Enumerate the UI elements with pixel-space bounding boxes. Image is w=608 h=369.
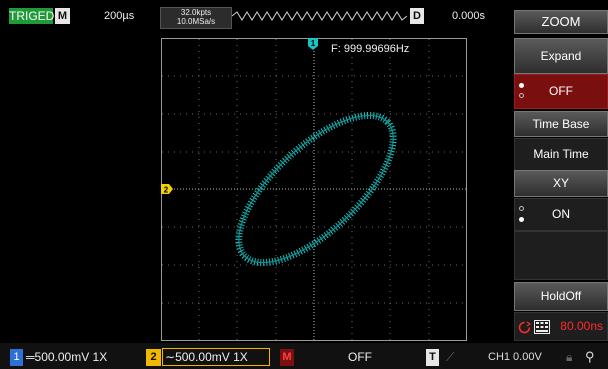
keypad-icon — [534, 320, 550, 334]
acquire-mode-badge[interactable]: M — [55, 8, 70, 24]
trigger-status-badge: TRIGED — [9, 8, 55, 24]
memory-depth-box: 32.0kpts 10.0MSa/s — [160, 7, 232, 29]
radio-selected-icon — [519, 83, 524, 88]
softkey-menu: ZOOM Expand Windows OFF Time Base Main T… — [514, 10, 608, 341]
radio-selected-icon — [519, 217, 524, 222]
holdoff-button[interactable]: HoldOff — [514, 282, 608, 311]
frequency-readout: F: 999.99696Hz — [331, 43, 409, 55]
expand-state-text: OFF — [549, 84, 573, 98]
xy-on-option[interactable]: ON — [514, 198, 608, 231]
radio-unselected-icon — [519, 206, 524, 211]
svg-text:2: 2 — [164, 186, 169, 195]
menu-title-zoom: ZOOM — [514, 10, 608, 34]
trigger-badge[interactable]: T — [426, 349, 439, 366]
holdoff-value-field[interactable]: 80.00ns — [514, 312, 608, 341]
ch1-badge[interactable]: 1 — [10, 349, 23, 366]
svg-text:1: 1 — [311, 39, 316, 48]
bottom-channel-bar: 1 ═500.00mV 1X 2 ∼500.00mV 1X M OFF T ⟋ … — [0, 343, 608, 369]
ch1-setting[interactable]: ═500.00mV 1X — [26, 349, 107, 366]
main-time-option[interactable]: Main Time — [514, 138, 608, 171]
expand-windows-off-button[interactable]: OFF — [514, 74, 608, 109]
usb-icon: ⚲ — [585, 349, 595, 364]
sample-rate: 10.0MSa/s — [176, 17, 216, 26]
ch2-setting[interactable]: ∼500.00mV 1X — [162, 348, 270, 366]
ch2-badge[interactable]: 2 — [146, 349, 161, 366]
xy-button[interactable]: XY — [514, 170, 608, 197]
delay-marker-badge: D — [410, 8, 424, 24]
radio-unselected-icon — [519, 93, 524, 98]
math-badge[interactable]: M — [280, 349, 294, 366]
holdoff-value: 80.00ns — [560, 319, 603, 333]
horizontal-position-readout[interactable]: 0.000s — [452, 10, 485, 22]
lock-icon: 🔒︎ — [566, 350, 573, 364]
timebase-readout[interactable]: 200µs — [104, 10, 134, 22]
time-base-button[interactable]: Time Base — [514, 111, 608, 137]
waveform-memory-track — [232, 11, 407, 21]
rotary-knob-icon — [518, 321, 531, 334]
xy-display-grid: 1 2 F: 999.99696Hz — [161, 38, 467, 341]
rising-edge-icon: ⟋ — [446, 350, 455, 364]
empty-menu-slot — [514, 231, 608, 280]
memory-depth-points: 32.0kpts — [180, 8, 212, 17]
trigger-setting[interactable]: CH1 0.00V — [488, 349, 542, 366]
ac-coupling-icon: ∼ — [165, 350, 176, 364]
xy-state-text: ON — [552, 207, 570, 221]
expand-windows-label[interactable]: Expand Windows — [514, 38, 608, 97]
math-state[interactable]: OFF — [348, 349, 372, 366]
dc-coupling-icon: ═ — [26, 350, 35, 364]
